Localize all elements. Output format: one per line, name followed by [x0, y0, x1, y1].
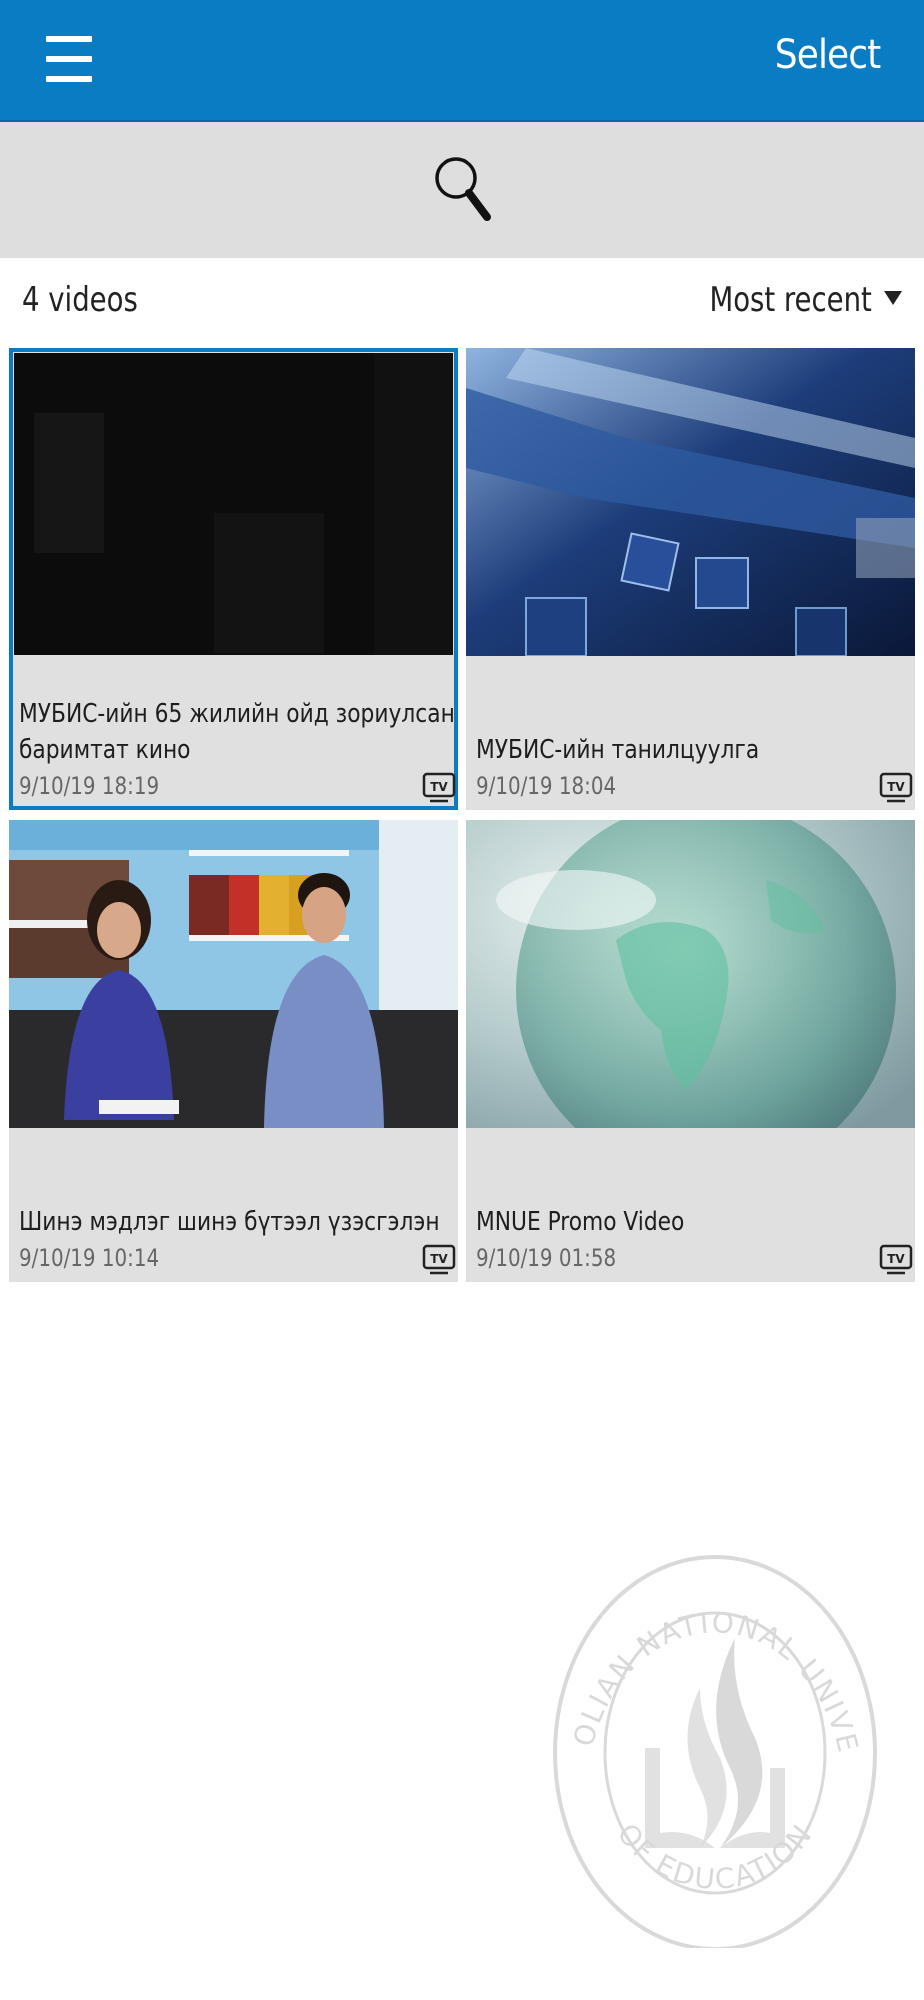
hamburger-menu-icon[interactable]	[44, 34, 94, 84]
video-title: Шинэ мэдлэг шинэ бүтээл үзэсгэлэн	[19, 1207, 440, 1237]
video-date: 9/10/19 10:14	[19, 1244, 160, 1272]
tv-icon: TV	[879, 1244, 913, 1275]
video-thumbnail	[9, 820, 458, 1128]
app-header: Select	[0, 0, 924, 122]
search-bar[interactable]	[0, 122, 924, 258]
video-card[interactable]: Шинэ мэдлэг шинэ бүтээл үзэсгэлэн 9/10/1…	[9, 820, 458, 1282]
video-title: МУБИС-ийн танилцуулга	[476, 735, 760, 765]
tv-icon: TV	[879, 772, 913, 803]
video-date: 9/10/19 01:58	[476, 1244, 617, 1272]
video-title: MNUE Promo Video	[476, 1207, 685, 1237]
video-thumbnail	[466, 820, 915, 1128]
sort-label: Most recent	[709, 280, 872, 320]
sort-dropdown[interactable]: Most recent	[709, 280, 902, 320]
tv-icon: TV	[422, 772, 456, 803]
tv-icon: TV	[422, 1244, 456, 1275]
svg-text:MONGOLIAN NATIONAL UNIVERSITY: MONGOLIAN NATIONAL UNIVERSITY	[550, 1548, 865, 1757]
video-date: 9/10/19 18:19	[19, 772, 160, 800]
svg-text:TV: TV	[430, 780, 448, 794]
list-header: 4 videos Most recent	[0, 258, 924, 348]
video-thumbnail	[466, 348, 915, 656]
svg-text:TV: TV	[887, 1252, 905, 1266]
video-card[interactable]: МУБИС-ийн 65 жилийн ойд зориулсан баримт…	[9, 348, 458, 810]
dropdown-arrow-icon	[884, 291, 902, 305]
svg-text:TV: TV	[887, 780, 905, 794]
video-card[interactable]: МУБИС-ийн танилцуулга 9/10/19 18:04 TV	[466, 348, 915, 810]
video-date: 9/10/19 18:04	[476, 772, 617, 800]
video-thumbnail	[14, 353, 453, 655]
video-card[interactable]: MNUE Promo Video 9/10/19 01:58 TV	[466, 820, 915, 1282]
select-button[interactable]: Select	[774, 32, 881, 78]
video-title: МУБИС-ийн 65 жилийн ойд зориулсан баримт…	[19, 699, 455, 765]
search-icon[interactable]	[432, 154, 492, 222]
svg-text:TV: TV	[430, 1252, 448, 1266]
university-seal-watermark: MONGOLIAN NATIONAL UNIVERSITY OF EDUCATI…	[550, 1548, 877, 1948]
video-count: 4 videos	[22, 280, 138, 320]
